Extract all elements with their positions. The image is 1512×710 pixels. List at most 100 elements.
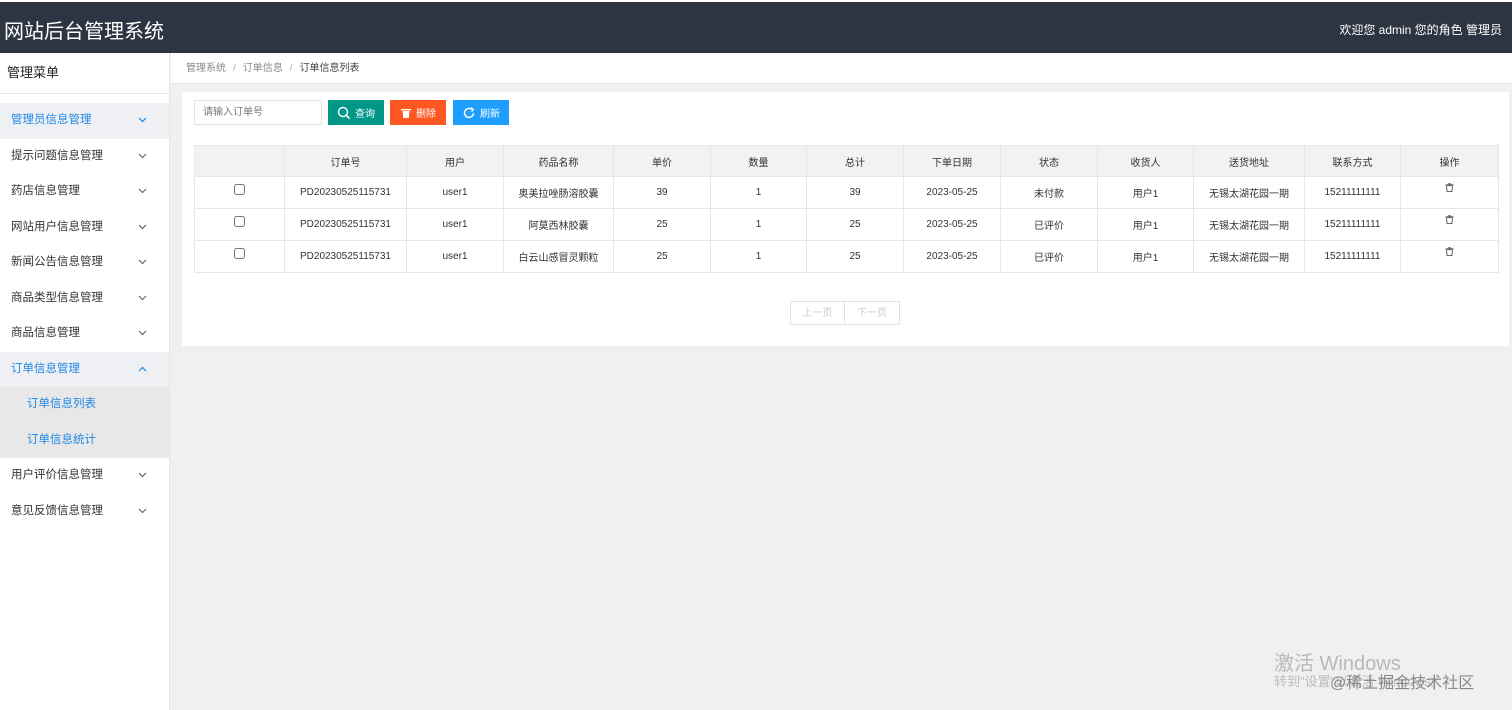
cell-receiver: 用户1: [1097, 176, 1194, 209]
chevron-down-icon: [138, 103, 148, 138]
cell-actions: [1400, 240, 1499, 273]
cell-price: 25: [613, 208, 711, 241]
site-watermark: @稀土掘金技术社区: [1330, 675, 1475, 692]
chevron-down-icon: [138, 139, 148, 174]
cell-phone: 15211111111: [1304, 176, 1401, 209]
sidebar-item-label: 新闻公告信息管理: [11, 256, 103, 268]
column-header: 总计: [806, 145, 904, 177]
cell-date: 2023-05-25: [903, 176, 1001, 209]
cell-drug: 白云山感冒灵颗粒: [503, 240, 614, 273]
cell-user: user1: [406, 208, 504, 241]
column-header: 状态: [1000, 145, 1098, 177]
cell-receiver: 用户1: [1097, 240, 1194, 273]
row-select-cell: [194, 240, 285, 273]
chevron-down-icon: [138, 316, 148, 351]
row-checkbox[interactable]: [234, 247, 245, 259]
sidebar-item-label: 药店信息管理: [11, 185, 80, 197]
column-header: 操作: [1400, 145, 1499, 177]
cell-price: 39: [613, 176, 711, 209]
sidebar-item-site-users[interactable]: 网站用户信息管理: [0, 210, 169, 246]
pagination: 上一页 下一页: [790, 301, 900, 325]
sidebar-item-label: 网站用户信息管理: [11, 220, 103, 233]
sidebar-menu: 管理员信息管理 提示问题信息管理 药店信息管理 网站用户信息管理 新闻公告信息管…: [0, 103, 169, 529]
column-header: 联系方式: [1304, 145, 1401, 177]
cell-qty: 1: [710, 240, 807, 273]
refresh-button[interactable]: 刷新: [453, 100, 509, 125]
sidebar-item-label: 提示问题信息管理: [11, 149, 103, 162]
column-header: 订单号: [284, 145, 407, 177]
sidebar-item-admin[interactable]: 管理员信息管理: [0, 103, 169, 139]
chevron-down-icon: [138, 494, 148, 529]
column-header: 药品名称: [503, 145, 614, 177]
chevron-down-icon: [138, 458, 148, 493]
welcome-text: 欢迎您 admin 您的角色 管理员: [1339, 23, 1502, 37]
query-button-label: 查询: [355, 109, 375, 120]
cell-receiver: 用户1: [1097, 208, 1194, 241]
cell-address: 无锡太湖花园一期: [1193, 208, 1305, 241]
order-number-search-input[interactable]: [194, 100, 322, 125]
cell-user: user1: [406, 240, 504, 273]
cell-qty: 1: [710, 208, 807, 241]
cell-order-no: PD20230525115731: [284, 240, 407, 273]
cell-total: 39: [806, 176, 904, 209]
breadcrumb-separator: /: [233, 63, 236, 74]
column-header: 单价: [613, 145, 711, 177]
cell-status: 未付款: [1000, 176, 1098, 209]
sidebar-item-pharmacy[interactable]: 药店信息管理: [0, 174, 169, 210]
cell-user: user1: [406, 176, 504, 209]
cell-actions: [1400, 208, 1499, 241]
cell-address: 无锡太湖花园一期: [1193, 176, 1305, 209]
order-table: 订单号 用户 药品名称 单价 数量 总计 下单日期 状态 收货人 送货地址 联系…: [194, 145, 1499, 273]
column-header: 送货地址: [1193, 145, 1305, 177]
trash-icon[interactable]: [1445, 215, 1454, 227]
sidebar-item-question[interactable]: 提示问题信息管理: [0, 139, 169, 175]
breadcrumb-current: 订单信息列表: [299, 63, 360, 74]
breadcrumb-item[interactable]: 订单信息: [243, 63, 283, 74]
sidebar-item-products[interactable]: 商品信息管理: [0, 316, 169, 352]
sidebar-item-label: 订单信息管理: [11, 362, 80, 375]
cell-address: 无锡太湖花园一期: [1193, 240, 1305, 273]
query-button[interactable]: 查询: [328, 100, 384, 125]
next-page-button[interactable]: 下一页: [845, 301, 900, 325]
sidebar-subitem-order-stats[interactable]: 订单信息统计: [0, 422, 169, 458]
row-checkbox[interactable]: [234, 215, 245, 227]
delete-button[interactable]: 删除: [390, 100, 446, 125]
cell-status: 已评价: [1000, 208, 1098, 241]
breadcrumb: 管理系统 / 订单信息 / 订单信息列表: [171, 53, 1512, 84]
sidebar-subitem-order-list[interactable]: 订单信息列表: [0, 387, 169, 423]
sidebar-item-orders[interactable]: 订单信息管理: [0, 351, 169, 387]
chevron-down-icon: [138, 210, 148, 245]
sidebar-item-label: 意见反馈信息管理: [11, 504, 103, 517]
table-row: PD20230525115731 user1 白云山感冒灵颗粒 25 1 25 …: [194, 240, 1499, 273]
sidebar-item-label: 用户评价信息管理: [11, 469, 103, 481]
chevron-down-icon: [138, 245, 148, 280]
trash-icon[interactable]: [1445, 183, 1454, 195]
breadcrumb-item[interactable]: 管理系统: [186, 63, 226, 74]
cell-price: 25: [613, 240, 711, 273]
sidebar-item-feedback[interactable]: 意见反馈信息管理: [0, 494, 169, 530]
sidebar: 管理菜单 管理员信息管理 提示问题信息管理 药店信息管理 网站用户信息管理 新闻…: [0, 53, 170, 710]
sidebar-item-product-types[interactable]: 商品类型信息管理: [0, 281, 169, 317]
prev-page-button[interactable]: 上一页: [790, 301, 845, 325]
column-header-select: [194, 145, 285, 177]
sidebar-item-reviews[interactable]: 用户评价信息管理: [0, 458, 169, 494]
cell-date: 2023-05-25: [903, 240, 1001, 273]
sidebar-item-news[interactable]: 新闻公告信息管理: [0, 245, 169, 281]
top-header: 网站后台管理系统 欢迎您 admin 您的角色 管理员: [0, 0, 1512, 53]
row-checkbox[interactable]: [234, 183, 245, 195]
cell-drug: 阿莫西林胶囊: [503, 208, 614, 241]
row-select-cell: [194, 208, 285, 241]
sidebar-item-label: 管理员信息管理: [11, 114, 92, 126]
delete-button-label: 删除: [416, 109, 436, 120]
order-list-panel: 查询 删除 刷新 订单号 用户 药品名称 单价 数量 总计 下单日期 状态 收货…: [182, 92, 1509, 346]
row-select-cell: [194, 176, 285, 209]
search-icon: [337, 106, 351, 119]
column-header: 数量: [710, 145, 807, 177]
cell-phone: 15211111111: [1304, 240, 1401, 273]
cell-order-no: PD20230525115731: [284, 208, 407, 241]
cell-total: 25: [806, 208, 904, 241]
cell-total: 25: [806, 240, 904, 273]
column-header: 收货人: [1097, 145, 1194, 177]
refresh-button-label: 刷新: [480, 109, 500, 120]
trash-icon[interactable]: [1445, 247, 1454, 259]
